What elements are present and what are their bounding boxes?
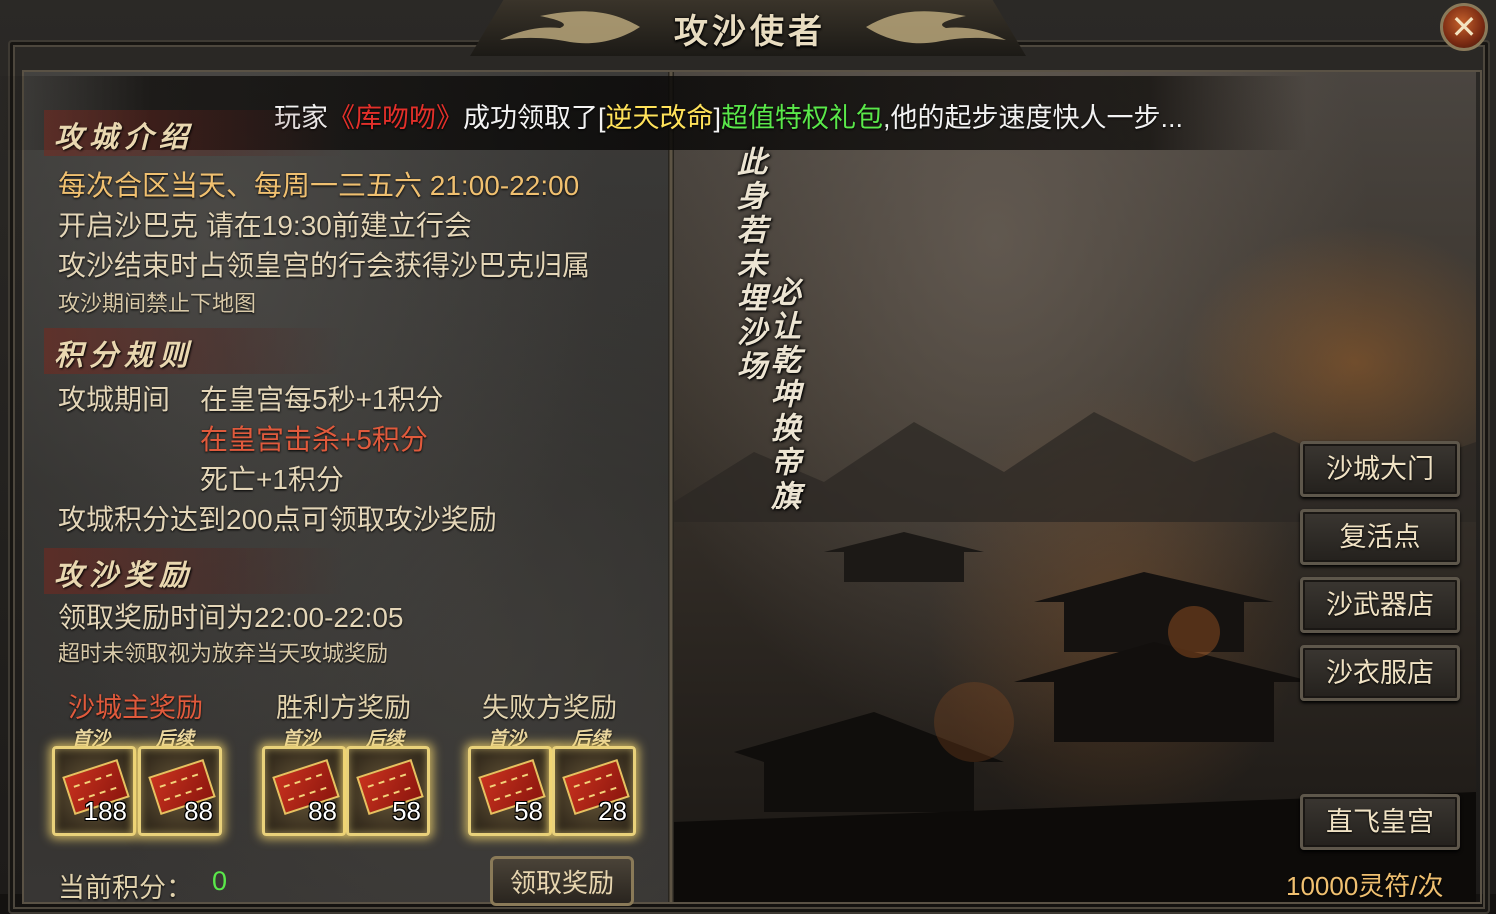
- rules-heading: 积分规则: [54, 338, 195, 372]
- rewards-time: 领取奖励时间为22:00-22:05: [58, 602, 404, 633]
- rewards-heading: 攻沙奖励: [54, 558, 195, 592]
- reward-count: 28: [598, 796, 627, 826]
- notice-suffix: ,他的起步速度快人一步...: [883, 103, 1184, 133]
- panel-divider: [668, 72, 674, 902]
- reward-group-title-loser: 失败方奖励: [482, 693, 617, 723]
- reward-slot[interactable]: 88: [138, 746, 222, 836]
- reward-slot[interactable]: 88: [262, 746, 346, 836]
- intro-note: 攻沙期间禁止下地图: [58, 291, 257, 316]
- rule-2: 在皇宫击杀+5积分: [200, 424, 428, 455]
- reward-count: 188: [83, 796, 127, 826]
- notice-bracket: ]: [713, 103, 722, 133]
- rules-threshold: 攻城积分达到200点可领取攻沙奖励: [58, 504, 497, 535]
- reward-slot[interactable]: 28: [552, 746, 636, 836]
- rules-period-label: 攻城期间: [58, 384, 171, 415]
- fly-to-palace-button[interactable]: 直飞皇宫: [1300, 794, 1460, 850]
- points-value: 0: [212, 866, 228, 896]
- reward-slot[interactable]: 58: [468, 746, 552, 836]
- intro-heading: 攻城介绍: [54, 120, 195, 154]
- rewards-note: 超时未领取视为放弃当天攻城奖励: [58, 641, 389, 666]
- notice-text: 玩家《库吻吻》成功领取了[逆天改命]超值特权礼包,他的起步速度快人一步...: [274, 96, 1183, 135]
- reward-count: 88: [308, 796, 337, 826]
- poem-column-1: 此身若未埋沙场: [731, 146, 766, 384]
- intro-line-1: 每次合区当天、每周一三五六 21:00-22:00: [58, 170, 580, 201]
- notice-player: 《库吻吻》: [328, 103, 463, 133]
- teleport-city-gate-button[interactable]: 沙城大门: [1300, 441, 1460, 497]
- reward-slot[interactable]: 188: [52, 746, 136, 836]
- reward-count: 88: [184, 796, 213, 826]
- poem-column-2: 必让乾坤换帝旗: [765, 276, 800, 514]
- claim-reward-button[interactable]: 领取奖励: [490, 856, 634, 906]
- reward-count: 58: [392, 796, 421, 826]
- reward-slot[interactable]: 58: [346, 746, 430, 836]
- reward-group-title-lord: 沙城主奖励: [68, 693, 203, 723]
- dragon-ornament-icon: [866, 11, 1006, 44]
- intro-line-2: 开启沙巴克 请在19:30前建立行会: [58, 210, 472, 241]
- rule-1: 在皇宫每5秒+1积分: [200, 384, 444, 415]
- notice-package: 超值特权礼包: [721, 103, 884, 133]
- teleport-revive-point-button[interactable]: 复活点: [1300, 509, 1460, 565]
- intro-line-3: 攻沙结束时占领皇宫的行会获得沙巴克归属: [58, 250, 591, 281]
- reward-group-title-winner: 胜利方奖励: [276, 693, 411, 723]
- close-icon[interactable]: ✕: [1440, 3, 1488, 51]
- teleport-weapon-shop-button[interactable]: 沙武器店: [1300, 577, 1460, 633]
- dragon-ornament-icon: [500, 11, 640, 44]
- notice-middle: 成功领取了[: [463, 103, 606, 133]
- rule-3: 死亡+1积分: [200, 464, 344, 495]
- fly-cost: 10000灵符/次: [1286, 871, 1444, 901]
- teleport-armor-shop-button[interactable]: 沙衣服店: [1300, 645, 1460, 701]
- points-label: 当前积分：: [58, 873, 193, 903]
- notice-item: 逆天改命: [605, 103, 714, 133]
- reward-count: 58: [514, 796, 543, 826]
- window-title: 攻沙使者: [674, 12, 826, 52]
